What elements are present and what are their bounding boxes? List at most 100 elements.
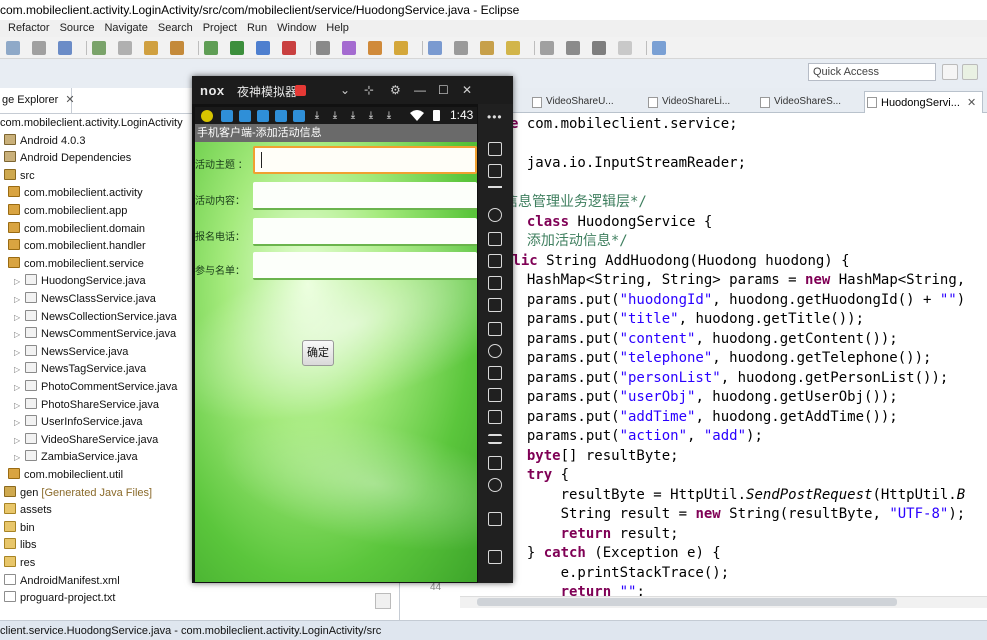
tree-item[interactable]: proguard-project.txt xyxy=(0,590,115,608)
tree-item[interactable]: com.mobileclient.activity.LoginActivity xyxy=(0,115,183,133)
expand-icon[interactable]: ▷ xyxy=(14,397,22,415)
tree-item[interactable]: ▷ VideoShareService.java xyxy=(0,432,158,450)
tree-item[interactable]: Android Dependencies xyxy=(0,150,131,168)
menu-project[interactable]: Project xyxy=(198,20,242,37)
open-perspective-button[interactable] xyxy=(942,64,958,80)
tree-item[interactable]: Android 4.0.3 xyxy=(0,133,85,151)
menu-run[interactable]: Run xyxy=(242,20,272,37)
tree-item[interactable]: libs xyxy=(0,537,37,555)
maximize-icon[interactable]: ☐ xyxy=(438,83,449,97)
tree-item[interactable]: bin xyxy=(0,520,35,538)
tree-item[interactable]: ▷ NewsService.java xyxy=(0,344,128,362)
toolbar-button-icon[interactable] xyxy=(144,41,158,55)
menu-icon[interactable] xyxy=(488,434,502,444)
home-icon[interactable] xyxy=(488,512,502,526)
tree-item[interactable]: com.mobileclient.util xyxy=(0,467,123,485)
scrollbar-thumb[interactable] xyxy=(477,598,897,606)
video-icon[interactable] xyxy=(488,410,502,424)
expand-icon[interactable]: ▷ xyxy=(14,326,22,344)
fullscreen-icon[interactable] xyxy=(488,254,502,268)
menu-help[interactable]: Help xyxy=(321,20,354,37)
toolbar-button-icon[interactable] xyxy=(230,41,244,55)
toolbar-button-icon[interactable] xyxy=(170,41,184,55)
tree-item[interactable]: ▷ PhotoCommentService.java xyxy=(0,379,177,397)
expand-icon[interactable]: ▷ xyxy=(14,449,22,467)
back-icon[interactable] xyxy=(488,478,502,492)
participants-input[interactable] xyxy=(253,252,477,280)
gear-icon[interactable]: ⚙ xyxy=(390,83,401,97)
menu-window[interactable]: Window xyxy=(272,20,321,37)
tab-videoshareu[interactable]: VideoShareU... xyxy=(530,92,614,112)
expand-icon[interactable]: ▷ xyxy=(14,291,22,309)
menu-navigate[interactable]: Navigate xyxy=(99,20,152,37)
toolbar-button-icon[interactable] xyxy=(454,41,468,55)
scissors-icon[interactable] xyxy=(488,186,502,200)
record-icon[interactable] xyxy=(488,388,502,402)
volume-up-icon[interactable] xyxy=(488,276,502,290)
tree-item[interactable]: src xyxy=(0,168,35,186)
toolbar-button-icon[interactable] xyxy=(58,41,72,55)
tree-item[interactable]: AndroidManifest.xml xyxy=(0,573,120,591)
expand-icon[interactable]: ▷ xyxy=(14,273,22,291)
apk-install-icon[interactable] xyxy=(488,322,502,336)
tree-item[interactable]: com.mobileclient.handler xyxy=(0,238,146,256)
toolbar-button-icon[interactable] xyxy=(32,41,46,55)
close-icon[interactable]: ✕ xyxy=(462,83,472,97)
close-icon[interactable]: ✕ xyxy=(967,97,976,109)
topic-input[interactable] xyxy=(253,146,477,174)
tab-huodongservice[interactable]: HuodongServi... ✕ xyxy=(864,91,984,113)
toolbar-button-icon[interactable] xyxy=(204,41,218,55)
recent-apps-icon[interactable] xyxy=(488,550,502,564)
location-icon[interactable] xyxy=(488,208,502,222)
toolbar-button-icon[interactable] xyxy=(6,41,20,55)
minimize-icon[interactable]: — xyxy=(414,83,426,97)
phone-input[interactable] xyxy=(253,218,477,246)
tab-videoshares[interactable]: VideoShareS... xyxy=(758,92,841,112)
keymap-icon[interactable] xyxy=(488,164,502,178)
keyboard-icon[interactable] xyxy=(488,142,502,156)
toolbar-button-icon[interactable] xyxy=(428,41,442,55)
package-explorer-tab[interactable]: ge Explorer ✕ xyxy=(0,88,75,113)
tree-item[interactable]: com.mobileclient.app xyxy=(0,203,127,221)
menu-source[interactable]: Source xyxy=(55,20,100,37)
expand-icon[interactable]: ▷ xyxy=(14,379,22,397)
toolbar-button-icon[interactable] xyxy=(618,41,632,55)
tree-item[interactable]: ▷ ZambiaService.java xyxy=(0,449,138,467)
tree-item[interactable]: gen [Generated Java Files] xyxy=(0,485,152,503)
quick-access-input[interactable]: Quick Access xyxy=(808,63,936,81)
toolbar-button-icon[interactable] xyxy=(566,41,580,55)
tree-item[interactable]: ▷ PhotoShareService.java xyxy=(0,397,159,415)
tree-item[interactable]: ▷ HuodongService.java xyxy=(0,273,146,291)
screen-icon[interactable] xyxy=(488,232,502,246)
tree-item[interactable]: res xyxy=(0,555,35,573)
expand-icon[interactable]: ▷ xyxy=(14,309,22,327)
expand-icon[interactable]: ▷ xyxy=(14,361,22,379)
tree-item[interactable]: ▷ NewsCollectionService.java xyxy=(0,309,177,327)
scroll-down-button[interactable] xyxy=(375,593,391,609)
tree-item[interactable]: com.mobileclient.activity xyxy=(0,185,143,203)
shake-icon[interactable] xyxy=(488,344,502,358)
content-input[interactable] xyxy=(253,182,477,210)
expand-icon[interactable]: ▷ xyxy=(14,432,22,450)
toolbar-button-icon[interactable] xyxy=(316,41,330,55)
pin-icon[interactable]: ⊹ xyxy=(364,83,374,97)
toolbar-button-icon[interactable] xyxy=(368,41,382,55)
tree-item[interactable]: assets xyxy=(0,502,52,520)
chevron-down-icon[interactable]: ⌄ xyxy=(340,83,350,97)
add-icon[interactable] xyxy=(488,456,502,470)
tree-item[interactable]: ▷ NewsTagService.java xyxy=(0,361,146,379)
toolbar-button-icon[interactable] xyxy=(394,41,408,55)
menu-refactor[interactable]: Refactor xyxy=(0,20,55,37)
tree-item[interactable]: ▷ NewsClassService.java xyxy=(0,291,156,309)
toolbar-button-icon[interactable] xyxy=(592,41,606,55)
toolbar-button-icon[interactable] xyxy=(342,41,356,55)
toolbar-button-icon[interactable] xyxy=(652,41,666,55)
java-perspective-button[interactable] xyxy=(962,64,978,80)
toolbar-button-icon[interactable] xyxy=(118,41,132,55)
tab-videoshareli[interactable]: VideoShareLi... xyxy=(646,92,730,112)
toolbar-button-icon[interactable] xyxy=(480,41,494,55)
expand-icon[interactable]: ▷ xyxy=(14,344,22,362)
tree-item[interactable]: com.mobileclient.service xyxy=(0,256,144,274)
toolbar-button-icon[interactable] xyxy=(256,41,270,55)
volume-down-icon[interactable] xyxy=(488,298,502,312)
